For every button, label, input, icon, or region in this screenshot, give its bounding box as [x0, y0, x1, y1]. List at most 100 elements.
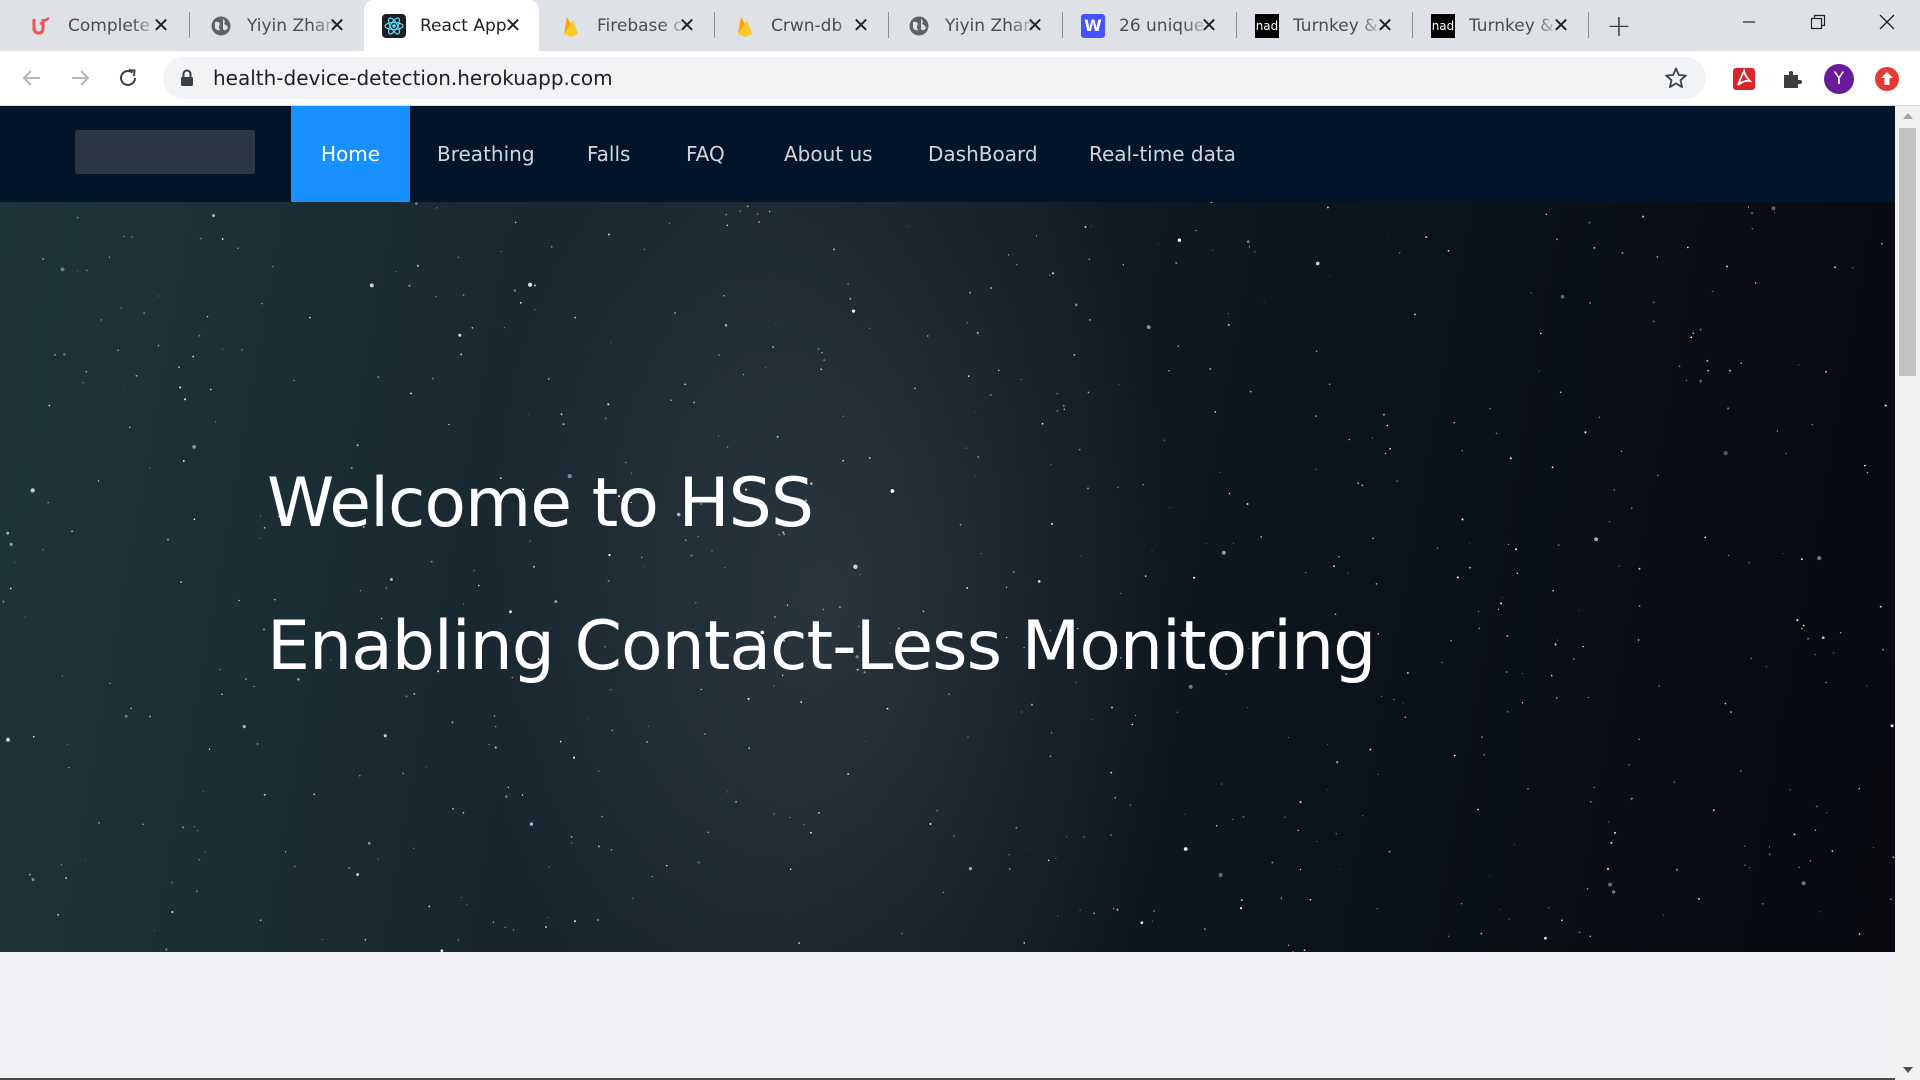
- star: [651, 876, 653, 878]
- starfield-background: [2, 202, 1895, 952]
- star: [690, 554, 693, 557]
- acrobat-extension-icon[interactable]: [1727, 62, 1761, 96]
- star: [1572, 658, 1575, 661]
- star: [1386, 424, 1389, 427]
- star: [1711, 290, 1714, 293]
- star: [221, 238, 224, 240]
- nav-item-faq[interactable]: FAQ: [656, 106, 755, 202]
- star: [587, 717, 589, 719]
- close-icon[interactable]: ✕: [325, 13, 349, 37]
- star: [718, 354, 720, 356]
- close-icon[interactable]: ✕: [1373, 13, 1397, 37]
- back-button[interactable]: [15, 61, 49, 95]
- url-text[interactable]: health-device-detection.herokuapp.com: [213, 57, 613, 99]
- scroll-down-arrow-icon[interactable]: [1895, 1060, 1920, 1080]
- star: [1049, 274, 1051, 276]
- star: [1593, 246, 1596, 249]
- close-icon[interactable]: ✕: [1023, 13, 1047, 37]
- star: [1008, 854, 1010, 856]
- reload-button[interactable]: [111, 61, 145, 95]
- star: [1348, 438, 1350, 441]
- star: [641, 556, 643, 558]
- star: [1628, 763, 1630, 766]
- nav-item-falls[interactable]: Falls: [557, 106, 660, 202]
- star: [14, 562, 16, 564]
- star: [1560, 295, 1565, 299]
- star: [1221, 550, 1226, 555]
- star: [1610, 841, 1613, 844]
- star: [1820, 911, 1822, 913]
- extensions-puzzle-icon[interactable]: [1775, 62, 1809, 96]
- restore-button[interactable]: [1783, 0, 1852, 44]
- star: [1047, 859, 1050, 862]
- star: [1530, 292, 1532, 294]
- close-icon[interactable]: ✕: [501, 13, 525, 37]
- star: [1866, 685, 1868, 687]
- star: [241, 349, 243, 351]
- star: [71, 530, 74, 533]
- browser-tab[interactable]: Complete ✕: [12, 0, 187, 51]
- star: [1209, 368, 1212, 370]
- address-bar[interactable]: health-device-detection.herokuapp.com: [163, 57, 1706, 99]
- nav-item-about-us[interactable]: About us: [754, 106, 903, 202]
- star: [849, 298, 852, 300]
- scrollbar-thumb[interactable]: [1899, 128, 1916, 376]
- star: [670, 399, 672, 402]
- browser-tab-active[interactable]: React App ✕: [364, 0, 539, 51]
- star: [1212, 249, 1214, 251]
- minimize-button[interactable]: [1714, 0, 1783, 44]
- close-window-button[interactable]: [1852, 0, 1920, 44]
- star: [263, 628, 265, 631]
- star: [869, 327, 871, 329]
- scroll-up-arrow-icon[interactable]: [1895, 106, 1920, 126]
- star: [1035, 235, 1038, 237]
- browser-tab[interactable]: Yiyin Zhang ✕: [889, 0, 1061, 51]
- browser-tab[interactable]: nad Turnkey & ✕: [1237, 0, 1411, 51]
- star: [208, 748, 211, 750]
- star: [1158, 243, 1159, 244]
- browser-tab[interactable]: W 26 unique ✕: [1063, 0, 1235, 51]
- browser-tab[interactable]: Yiyin Zhang ✕: [191, 0, 363, 51]
- page-scrollbar[interactable]: [1895, 106, 1920, 1080]
- site-logo[interactable]: [75, 130, 255, 174]
- close-icon[interactable]: ✕: [849, 13, 873, 37]
- lock-icon[interactable]: [180, 69, 194, 91]
- star: [1063, 408, 1066, 411]
- browser-tab[interactable]: nad Turnkey & ✕: [1413, 0, 1587, 51]
- close-icon[interactable]: ✕: [675, 13, 699, 37]
- browser-tab[interactable]: Firebase console ✕: [541, 0, 713, 51]
- nav-item-real-time-data[interactable]: Real-time data: [1059, 106, 1266, 202]
- profile-avatar[interactable]: Y: [1822, 62, 1856, 96]
- close-icon[interactable]: ✕: [149, 13, 173, 37]
- star: [545, 926, 547, 928]
- star: [1578, 610, 1580, 612]
- star: [1814, 829, 1817, 831]
- star: [1333, 565, 1336, 568]
- new-tab-button[interactable]: +: [1603, 9, 1635, 44]
- star: [823, 359, 826, 361]
- close-icon[interactable]: ✕: [1197, 13, 1221, 37]
- star: [601, 815, 603, 818]
- update-icon[interactable]: [1870, 62, 1904, 96]
- star: [1497, 608, 1500, 610]
- nav-item-dashboard[interactable]: DashBoard: [898, 106, 1068, 202]
- nav-item-home[interactable]: Home: [291, 106, 411, 202]
- bookmark-star-icon[interactable]: [1664, 66, 1688, 94]
- star: [1809, 860, 1812, 862]
- forward-button[interactable]: [63, 61, 97, 95]
- globe-icon: [209, 14, 233, 38]
- star: [1315, 468, 1317, 470]
- star: [219, 668, 221, 671]
- star: [430, 560, 433, 563]
- close-icon[interactable]: ✕: [1549, 13, 1573, 37]
- star: [668, 222, 670, 224]
- star: [195, 890, 199, 893]
- star: [758, 221, 761, 224]
- star: [1588, 221, 1591, 224]
- star: [1521, 673, 1523, 675]
- nav-item-breathing[interactable]: Breathing: [407, 106, 565, 202]
- star: [1481, 736, 1483, 738]
- browser-tab[interactable]: Crwn-db ✕: [715, 0, 887, 51]
- star: [466, 904, 468, 906]
- star: [574, 316, 577, 319]
